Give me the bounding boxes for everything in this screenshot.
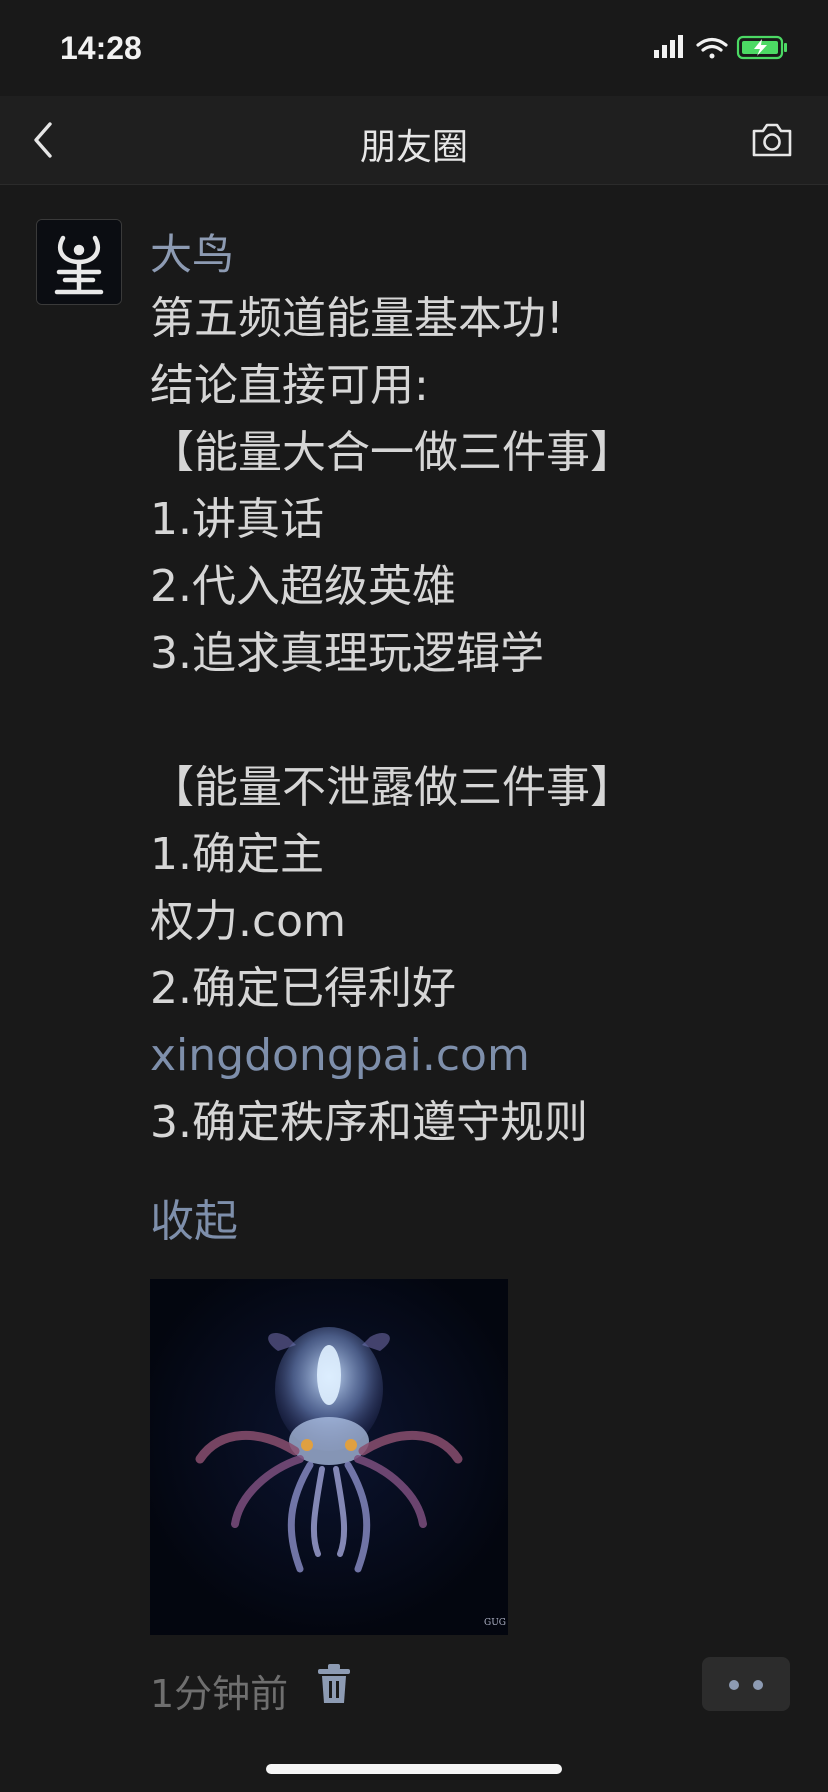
delete-button[interactable] — [316, 1663, 352, 1705]
home-indicator — [266, 1764, 562, 1774]
more-dot-icon — [729, 1680, 739, 1690]
more-dot-icon — [753, 1680, 763, 1690]
post-line: 权力.com — [150, 896, 346, 947]
status-time: 14:28 — [60, 30, 142, 66]
post-line: 3.确定秩序和遵守规则 — [150, 1097, 588, 1148]
post-line: 1.讲真话 — [150, 494, 324, 545]
post-line: 3.追求真理玩逻辑学 — [150, 628, 544, 679]
trash-icon — [318, 1664, 350, 1703]
camera-icon — [752, 123, 792, 157]
post-line: 1.确定主 — [150, 829, 324, 880]
post-line: 【能量不泄露做三件事】 — [150, 762, 634, 813]
image-watermark: GUG — [484, 1618, 506, 1628]
post-link[interactable]: xingdongpai.com — [150, 1022, 790, 1089]
author-name[interactable]: 大鸟 — [150, 221, 234, 282]
post-line: 第五频道能量基本功! — [150, 293, 564, 344]
nav-bar: 朋友圈 — [0, 96, 828, 185]
post-line: 【能量大合一做三件事】 — [150, 427, 634, 478]
status-bar: 14:28 — [0, 0, 828, 96]
wifi-icon — [696, 37, 728, 59]
post-timestamp: 1分钟前 — [150, 1672, 289, 1716]
camera-button[interactable] — [750, 120, 794, 160]
moment-post: 大鸟 第五频道能量基本功! 结论直接可用: 【能量大合一做三件事】 1.讲真话 … — [0, 185, 828, 1750]
post-line-blank — [150, 687, 790, 754]
battery-charging-icon — [736, 35, 787, 60]
avatar-glyph — [37, 220, 121, 304]
avatar[interactable] — [36, 219, 122, 305]
post-line: 2.确定已得利好 — [150, 963, 456, 1014]
more-button[interactable] — [702, 1657, 790, 1711]
post-line: 结论直接可用: — [150, 360, 429, 411]
post-image[interactable]: GUG — [150, 1279, 508, 1635]
post-line: 2.代入超级英雄 — [150, 561, 456, 612]
cellular-icon — [654, 35, 683, 58]
post-text: 第五频道能量基本功! 结论直接可用: 【能量大合一做三件事】 1.讲真话 2.代… — [150, 285, 790, 1156]
collapse-button[interactable]: 收起 — [150, 1185, 238, 1249]
page-title: 朋友圈 — [359, 127, 468, 168]
status-icons — [654, 34, 794, 64]
